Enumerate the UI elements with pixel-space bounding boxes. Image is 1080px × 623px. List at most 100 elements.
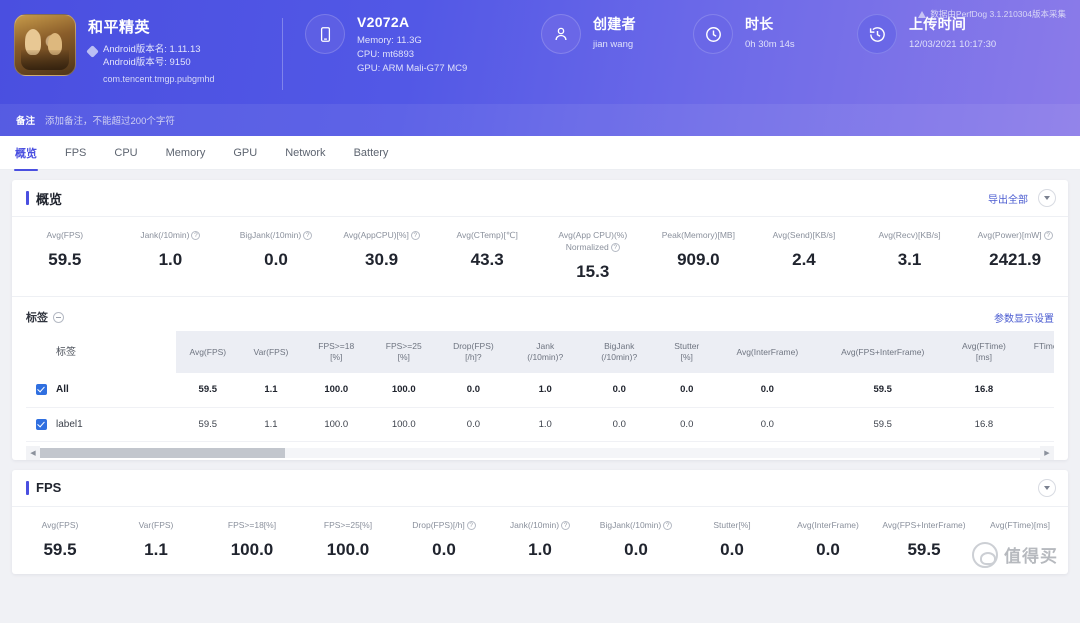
tab-gpu[interactable]: GPU (232, 143, 258, 163)
tab-network[interactable]: Network (284, 143, 326, 163)
overview-metric-value: 909.0 (677, 250, 720, 269)
fps-metric-label: Avg(InterFrame) (797, 519, 859, 530)
fps-title-bar (26, 480, 29, 495)
tab-fps[interactable]: FPS (64, 143, 87, 163)
app-icon (14, 14, 76, 76)
tab-memory[interactable]: Memory (165, 143, 207, 163)
upload-value: 12/03/2021 10:17:30 (909, 39, 997, 50)
fps-metric: Stutter[%] 0.0 (684, 519, 780, 560)
fps-metric-value: 100.0 (230, 539, 274, 559)
info-icon[interactable]: ? (191, 231, 201, 240)
tags-column-header: Avg(FTime) [ms] (946, 331, 1021, 373)
overview-metric: Avg(Send)[KB/s] 2.4 (751, 229, 857, 282)
info-icon[interactable]: ? (561, 520, 571, 530)
tags-column-header: Avg(FPS) (176, 331, 240, 373)
tag-value-cell: 100.0 (302, 373, 370, 408)
fps-metrics-strip: Avg(FPS) 59.5 Var(FPS) 1.1 FPS>=18[%] 100.0 FP… (12, 505, 1068, 574)
info-icon[interactable]: ? (466, 520, 476, 530)
info-icon[interactable]: ? (663, 520, 673, 530)
overview-metric-label: Avg(Power)[mW]? (964, 229, 1066, 241)
history-icon (857, 14, 897, 54)
fps-metric-value: 1.0 (528, 539, 552, 559)
creator-label: 创建者 (593, 16, 636, 32)
fps-metric: Avg(FTime)[ms] (972, 519, 1068, 560)
duration-value: 0h 30m 14s (745, 39, 795, 50)
fps-card: FPS Avg(FPS) 59.5 Var(FPS) 1.1 FPS>=18[%] 100… (12, 469, 1068, 574)
note-input[interactable]: 添加备注，不能超过200个字符 (45, 113, 175, 127)
fps-metric-label: Var(FPS) (138, 519, 174, 530)
tag-value-cell: 59.5 (818, 407, 947, 442)
tag-value-cell: 0.0 (581, 407, 658, 442)
device-gpu: GPU: ARM Mali-G77 MC9 (357, 63, 468, 74)
tag-value-cell: 0.0 (437, 373, 510, 408)
info-icon[interactable]: ? (558, 352, 563, 362)
tags-column-header: Avg(FPS+InterFrame) (818, 331, 947, 373)
info-icon[interactable]: ? (477, 352, 482, 362)
minus-circle-icon[interactable] (53, 311, 64, 323)
hscroll-track[interactable] (40, 447, 1040, 458)
scroll-left-arrow-icon[interactable]: ◀ (26, 445, 40, 460)
report-header-banner: 数据由PerfDog 3.1.210304版本采集 和平精英 Android版本… (0, 0, 1080, 136)
creator-info-block: 创建者 jian wang (541, 14, 693, 54)
version-warning: 数据由PerfDog 3.1.210304版本采集 (918, 8, 1066, 20)
table-row[interactable]: All 59.5 1.1 100.0 100.0 0.0 1.0 0.0 0.0 0.0 59.5 1… (26, 373, 1054, 408)
overview-collapse-button[interactable] (1038, 189, 1056, 207)
tag-name-cell[interactable]: label1 (26, 407, 177, 442)
scroll-right-arrow-icon[interactable]: ▶ (1040, 445, 1054, 460)
tag-value-cell: 100.0 (302, 407, 370, 442)
overview-metric-label: Avg(Send)[KB/s] (772, 230, 836, 240)
app-package-name: com.tencent.tmgp.pubgmhd (103, 74, 215, 84)
info-icon[interactable]: ? (303, 231, 313, 240)
fps-metric-label: Jank(/10min)? (494, 519, 586, 531)
tags-column-header: Avg(InterFrame) (716, 331, 819, 373)
fps-metric-label: FPS>=25[%] (323, 519, 373, 530)
info-icon[interactable]: ? (632, 352, 637, 362)
tag-label: label1 (56, 418, 83, 430)
main-tab-bar[interactable]: 概览 FPS CPU Memory GPU Network Battery (0, 136, 1080, 171)
fps-metric-label: Drop(FPS)[/h]? (398, 519, 490, 531)
fps-metric-label: Stutter[%] (713, 519, 751, 530)
overview-metric: Avg(Recv)[KB/s] 3.1 (857, 229, 963, 282)
tag-checkbox[interactable] (36, 418, 47, 430)
overview-metric-label: BigJank(/10min)? (225, 229, 327, 241)
note-row[interactable]: 备注 添加备注，不能超过200个字符 (0, 104, 1080, 136)
info-icon[interactable]: ? (1043, 231, 1053, 240)
overview-metric: Avg(AppCPU)[%]? 30.9 (329, 229, 435, 282)
tag-value-cell: 0.0 (1020, 373, 1054, 408)
fps-metric-value: 0.0 (624, 539, 648, 559)
overview-metric: Avg(CTemp)[℃] 43.3 (434, 229, 540, 282)
overview-metric-value: 3.1 (897, 250, 922, 269)
tags-column-header: FPS>=18 [%] (302, 331, 370, 373)
tag-value-cell: 100.0 (369, 407, 438, 442)
tag-checkbox[interactable] (36, 384, 47, 396)
tags-table-body: All 59.5 1.1 100.0 100.0 0.0 1.0 0.0 0.0 0.0 59.5 1… (26, 373, 1054, 442)
param-display-settings-link[interactable]: 参数显示设置 (994, 310, 1054, 325)
info-icon[interactable]: ? (410, 231, 420, 240)
fps-collapse-button[interactable] (1038, 478, 1056, 497)
tag-name-cell[interactable]: All (26, 373, 177, 408)
chevron-down-icon (1044, 196, 1050, 200)
table-row[interactable]: label1 59.5 1.1 100.0 100.0 0.0 1.0 0.0 0.0 0.0 59… (26, 407, 1054, 442)
app-version-code: Android版本号: 9150 (103, 57, 191, 68)
fps-metric-value: 59.5 (907, 539, 941, 559)
tab-battery[interactable]: Battery (353, 143, 390, 163)
device-model: V2072A (357, 14, 410, 30)
overview-metric-value: 30.9 (365, 250, 399, 269)
tags-column-header: FPS>=25 [%] (369, 331, 438, 373)
app-icon-figure-right (48, 33, 62, 55)
tags-table-hscrollbar[interactable]: ◀ ▶ (26, 445, 1054, 460)
export-all-link[interactable]: 导出全部 (988, 191, 1028, 206)
tags-header: 标签 参数显示设置 (26, 303, 1054, 331)
tab-cpu[interactable]: CPU (113, 143, 138, 163)
header-divider (282, 18, 283, 90)
tab-overview[interactable]: 概览 (14, 141, 38, 171)
overview-metric: Avg(App CPU)(%) Normalized? 15.3 (540, 229, 646, 282)
fps-metric-value: 0.0 (432, 539, 456, 559)
note-label: 备注 (16, 116, 36, 127)
chevron-down-icon (1044, 485, 1050, 490)
device-memory: Memory: 11.3G (357, 35, 422, 46)
overview-metric-label: Jank(/10min)? (120, 229, 222, 241)
device-info-block: V2072A Memory: 11.3G CPU: mt6893 GPU: AR… (305, 14, 537, 76)
info-icon[interactable]: ? (610, 243, 620, 252)
hscroll-thumb[interactable] (40, 447, 285, 458)
